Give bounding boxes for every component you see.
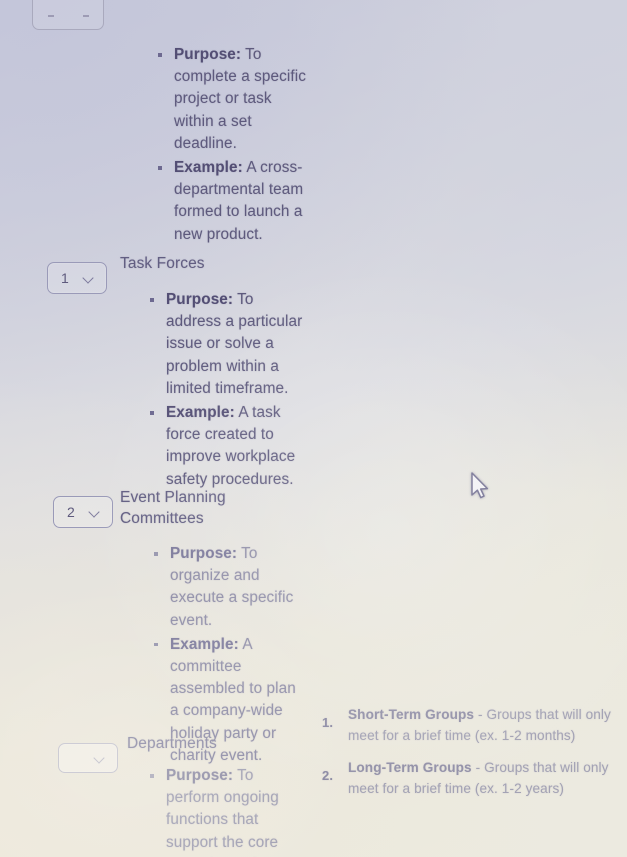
dropdown-value: 2 — [67, 504, 75, 520]
bullet-lead: Purpose: — [166, 291, 234, 308]
dropdown-project-teams[interactable] — [32, 0, 104, 30]
bullet-square-icon — [154, 642, 158, 647]
heading-event-planning: Event Planning Committees — [120, 489, 226, 527]
heading-task-forces: Task Forces — [120, 255, 205, 272]
list-lead: Short-Term Groups — [348, 707, 475, 722]
bullet-lead: Example: — [174, 159, 243, 177]
bullet-item: Purpose: To complete a specific project … — [154, 44, 306, 155]
bullet-square-icon — [158, 166, 162, 170]
bullet-item: Purpose: To perform ongoing functions th… — [146, 765, 301, 857]
bullet-lead: Purpose: — [170, 545, 238, 562]
numbered-list-item: 1. Short-Term Groups - Groups that will … — [320, 705, 620, 746]
dropdown-clipped-mark-left — [47, 15, 54, 17]
bullet-lead: Example: — [166, 404, 235, 422]
dropdown-departments[interactable] — [58, 743, 118, 773]
bullets-task-forces: Purpose: To address a particular issue o… — [146, 289, 306, 493]
bullet-square-icon — [150, 774, 154, 778]
bullets-project-teams: Purpose: To complete a specific project … — [154, 44, 306, 248]
bullet-lead: Purpose: — [166, 767, 234, 784]
bullet-item: Purpose: To organize and execute a speci… — [150, 543, 308, 632]
bullet-lead: Purpose: — [174, 46, 242, 63]
heading-departments: Departments — [127, 735, 217, 752]
screen-photo-canvas: Purpose: To complete a specific project … — [0, 0, 627, 857]
bullet-square-icon — [150, 411, 154, 415]
list-number: 1. — [322, 715, 334, 730]
chevron-down-icon — [95, 753, 106, 764]
dropdown-clipped-mark-right — [82, 15, 89, 17]
mouse-pointer-icon — [471, 472, 489, 499]
numbered-list-item: 2. Long-Term Groups - Groups that will o… — [320, 758, 620, 799]
bullet-lead: Example: — [170, 635, 239, 653]
bullet-item: Purpose: To address a particular issue o… — [146, 289, 306, 400]
chevron-down-icon — [84, 273, 95, 284]
list-lead: Long-Term Groups — [348, 760, 472, 775]
numbered-list: 1. Short-Term Groups - Groups that will … — [320, 705, 620, 811]
bullet-item: Example: A cross-departmental team forme… — [154, 157, 306, 246]
bullet-square-icon — [154, 552, 158, 556]
list-number: 2. — [322, 768, 334, 783]
chevron-down-icon — [90, 507, 101, 518]
bullet-square-icon — [150, 298, 154, 302]
bullets-departments: Purpose: To perform ongoing functions th… — [146, 765, 301, 857]
dropdown-task-forces[interactable]: 1 — [47, 262, 107, 294]
bullet-item: Example: A task force created to improve… — [146, 402, 306, 491]
dropdown-event-planning[interactable]: 2 — [53, 496, 113, 528]
dropdown-value: 1 — [61, 270, 69, 286]
bullet-square-icon — [158, 53, 162, 57]
